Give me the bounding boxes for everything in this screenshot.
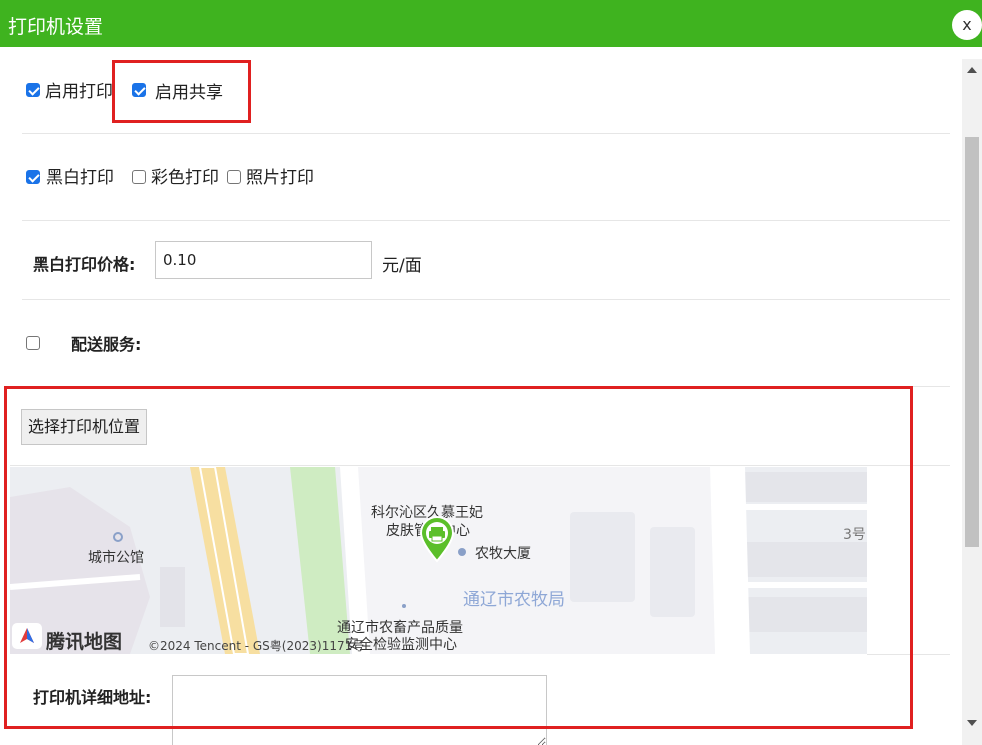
- scroll-thumb[interactable]: [965, 137, 979, 547]
- highlight-location-box: [4, 386, 913, 729]
- dialog-titlebar: 打印机设置 x: [0, 0, 982, 47]
- delivery-checkbox[interactable]: [26, 336, 40, 350]
- color-print-label: 彩色打印: [151, 168, 219, 188]
- bw-print-label: 黑白打印: [46, 168, 114, 188]
- divider: [22, 299, 950, 300]
- enable-share-checkbox[interactable]: [132, 83, 146, 97]
- bw-price-input[interactable]: [155, 241, 372, 279]
- scroll-down-icon[interactable]: [967, 720, 977, 726]
- scroll-up-icon[interactable]: [967, 67, 977, 73]
- enable-print-label: 启用打印: [45, 82, 113, 102]
- divider: [22, 133, 950, 134]
- dialog-title: 打印机设置: [8, 16, 104, 38]
- enable-share-label: 启用共享: [155, 83, 223, 103]
- photo-print-checkbox[interactable]: [227, 170, 241, 184]
- enable-print-checkbox[interactable]: [26, 83, 40, 97]
- scrollbar[interactable]: [962, 59, 982, 745]
- bw-price-label: 黑白打印价格:: [33, 255, 136, 274]
- divider: [22, 220, 950, 221]
- settings-form: 启用打印 启用共享 黑白打印 彩色打印 照片打印 黑白打印价格: 元/面 配送服…: [0, 47, 962, 745]
- photo-print-label: 照片打印: [246, 168, 314, 188]
- delivery-label: 配送服务:: [71, 335, 142, 354]
- color-print-checkbox[interactable]: [132, 170, 146, 184]
- close-button[interactable]: x: [952, 10, 982, 40]
- bw-print-checkbox[interactable]: [26, 170, 40, 184]
- price-unit-label: 元/面: [382, 256, 422, 276]
